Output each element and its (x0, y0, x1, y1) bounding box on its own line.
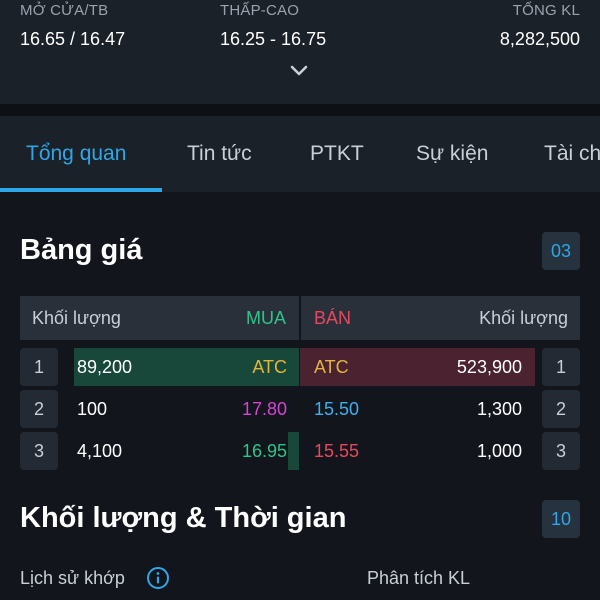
open-average-value: 16.65 / 16.47 (20, 29, 126, 49)
open-average-label: MỞ CỬA/TB (20, 2, 109, 19)
open-average-stat: MỞ CỬA/TB 16.65 / 16.47 (20, 0, 125, 50)
sell-volume: 523,900 (456, 357, 522, 377)
tab-news[interactable]: Tin tức (187, 116, 252, 192)
sell-volume-header: Khối lượng (479, 308, 568, 328)
low-high-stat: THẤP-CAO 16.25 - 16.75 (220, 0, 326, 50)
total-volume-value: 8,282,500 (499, 29, 580, 49)
volume-analysis-label[interactable]: Phân tích KL (367, 565, 470, 591)
stock-summary-header: MỞ CỬA/TB 16.65 / 16.47 THẤP-CAO 16.25 -… (0, 0, 600, 104)
total-volume-label: TỔNG KL (512, 2, 580, 19)
sell-price[interactable]: 15.50 (314, 390, 359, 428)
section-spacer (0, 104, 600, 116)
tab-events[interactable]: Sự kiện (416, 116, 488, 192)
sell-header: BÁN (314, 308, 352, 328)
tab-technical-analysis[interactable]: PTKT (310, 116, 364, 192)
buy-level-index: 1 (20, 348, 58, 386)
sell-volume: 1,000 (476, 441, 522, 461)
order-book-row: 1 89,200 ATC ATC 523,900 1 (20, 348, 580, 386)
info-icon[interactable] (146, 566, 170, 590)
price-board-depth-badge[interactable]: 03 (542, 232, 580, 270)
match-history-label[interactable]: Lịch sử khớp (20, 565, 125, 591)
order-book-row: 2 100 17.80 15.50 1,300 2 (20, 390, 580, 428)
buy-level-index: 3 (20, 432, 58, 470)
buy-volume-header: Khối lượng (32, 308, 121, 328)
buy-price[interactable]: 16.95 (242, 432, 287, 470)
buy-volume-bar (288, 432, 299, 470)
tab-finance[interactable]: Tài ch (544, 116, 600, 192)
volume-time-count-badge[interactable]: 10 (542, 500, 580, 538)
order-book-divider (299, 296, 301, 340)
low-high-value: 16.25 - 16.75 (220, 29, 327, 49)
buy-volume: 4,100 (77, 441, 123, 461)
sell-price[interactable]: 15.55 (314, 432, 359, 470)
active-tab-indicator (0, 188, 162, 192)
tab-bar: Tổng quan Tin tức PTKT Sự kiện Tài ch (0, 116, 600, 192)
sell-price[interactable]: ATC (314, 348, 349, 386)
chevron-down-icon[interactable] (288, 62, 310, 80)
order-book-row: 3 4,100 16.95 15.55 1,000 3 (20, 432, 580, 470)
buy-header: MUA (246, 308, 286, 328)
total-volume-stat: TỔNG KL 8,282,500 (500, 0, 580, 50)
sell-level-index: 3 (542, 432, 580, 470)
buy-volume: 100 (77, 399, 108, 419)
volume-time-title: Khối lượng & Thời gian (20, 502, 347, 534)
sell-level-index: 1 (542, 348, 580, 386)
buy-volume: 89,200 (77, 357, 133, 377)
buy-price[interactable]: 17.80 (242, 390, 287, 428)
low-high-label: THẤP-CAO (220, 2, 300, 19)
price-board-title: Bảng giá (20, 234, 143, 266)
buy-price[interactable]: ATC (252, 348, 287, 386)
sell-volume: 1,300 (476, 399, 522, 419)
buy-level-index: 2 (20, 390, 58, 428)
tab-overview[interactable]: Tổng quan (26, 116, 126, 192)
sell-level-index: 2 (542, 390, 580, 428)
